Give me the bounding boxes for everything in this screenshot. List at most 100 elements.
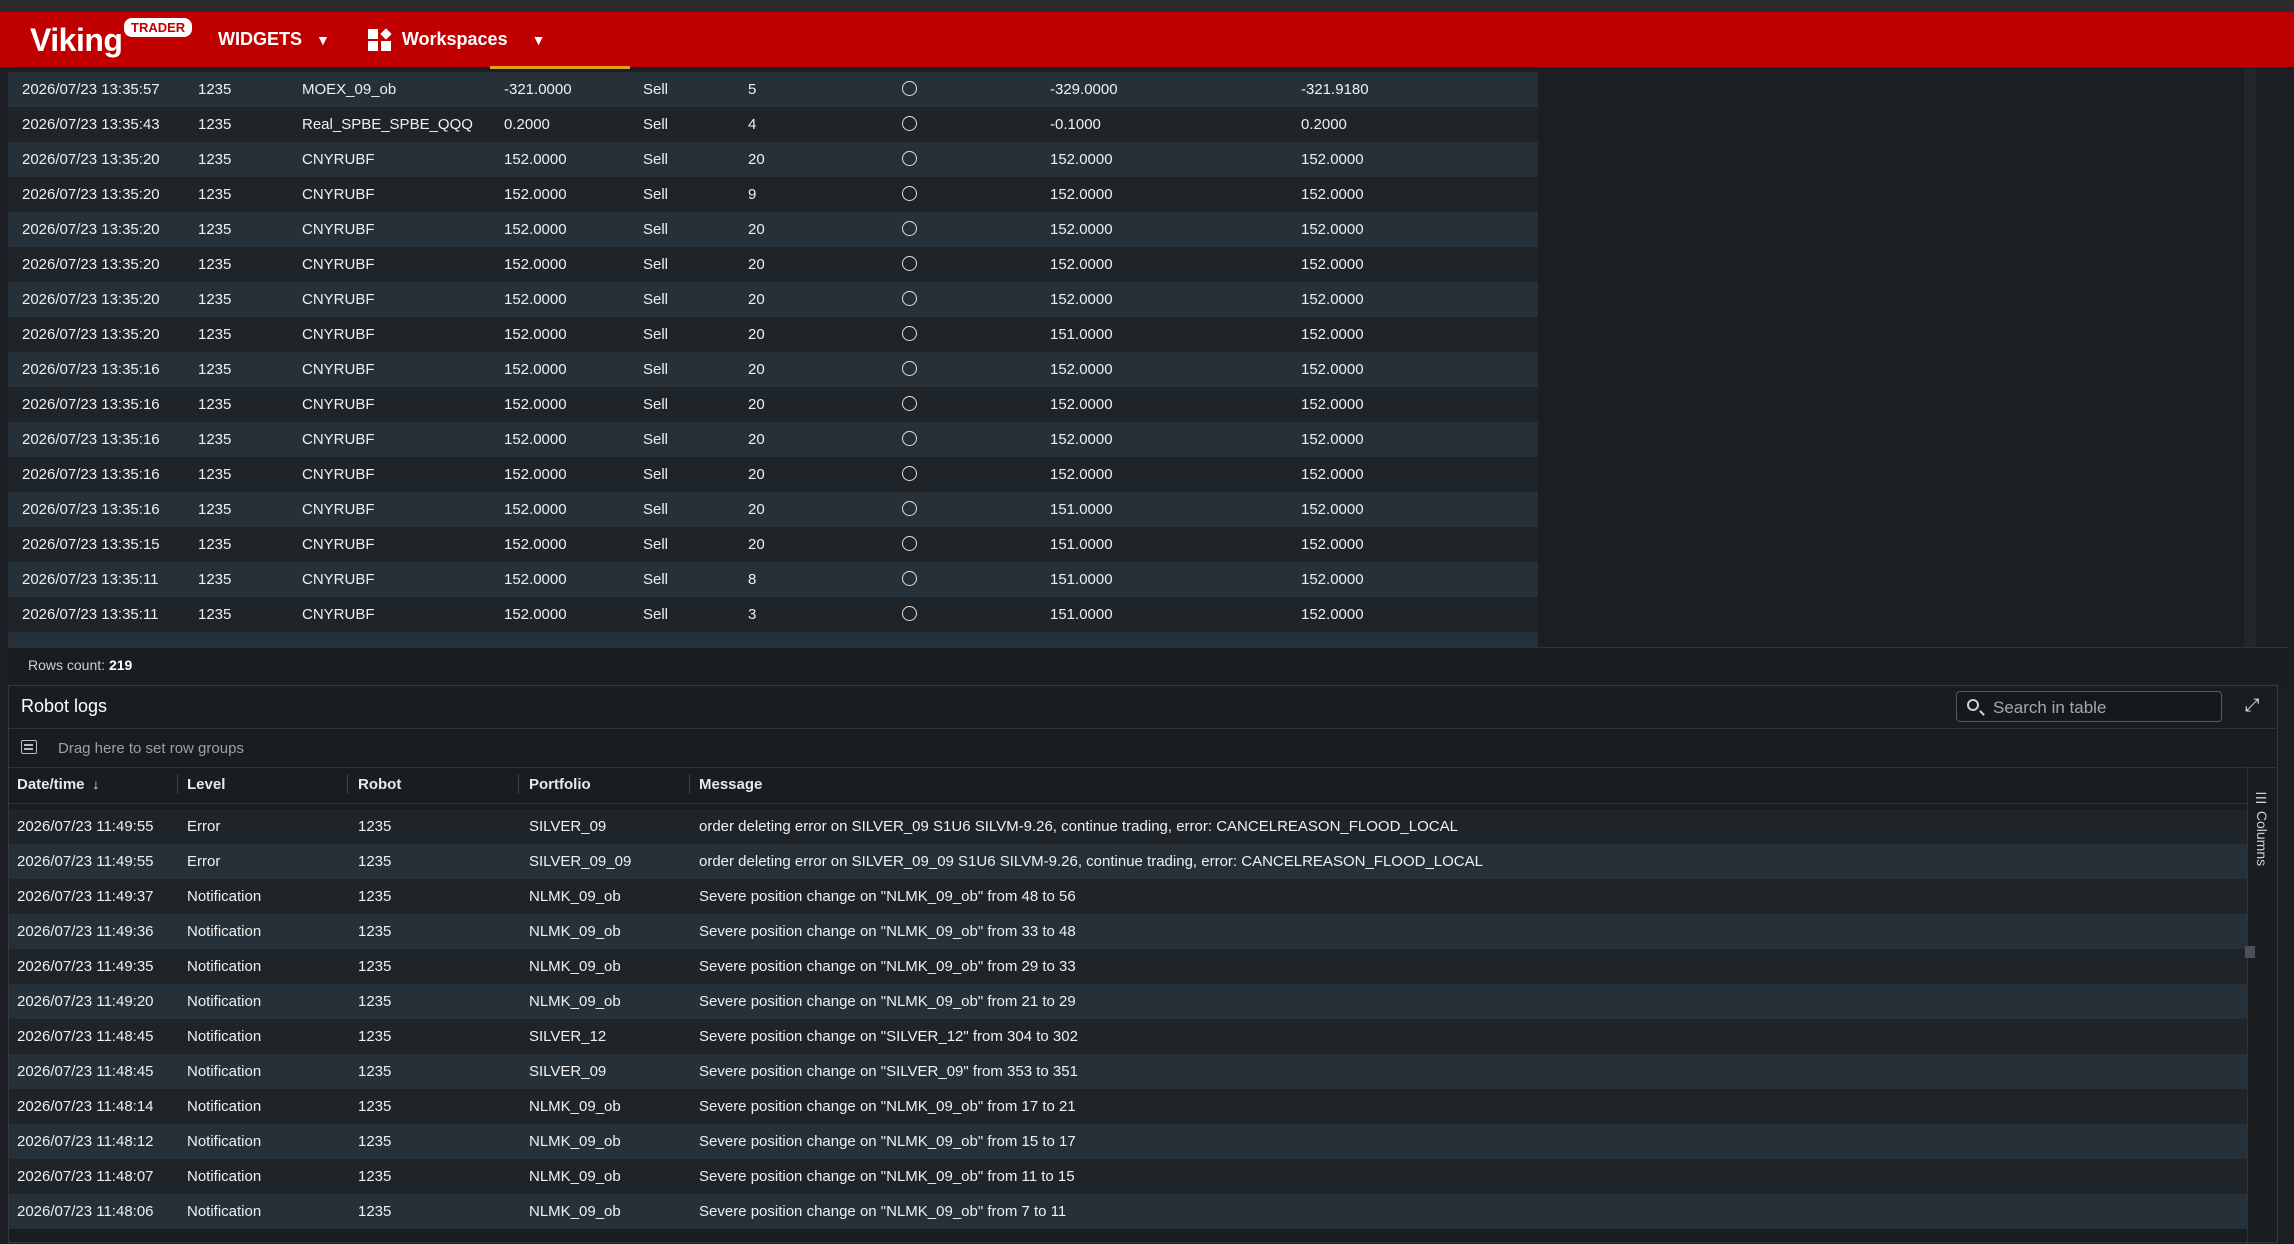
order-cell: 20 (748, 501, 765, 518)
order-cell: Sell (643, 571, 669, 588)
order-cell: 152.0000 (1301, 501, 1364, 518)
log-row[interactable]: 2026/07/23 11:49:35 Notification 1235 NLMK_… (9, 949, 2247, 984)
order-cell: Sell (643, 186, 669, 203)
order-row[interactable]: 2026/07/23 13:35:43 1235 Real_SPBE_SPBE_QQ… (8, 107, 1538, 142)
order-cell: 152.0000 (504, 151, 567, 168)
order-cell: Sell (643, 151, 669, 168)
order-row[interactable]: 2026/07/23 13:35:57 1235 MOEX_09_ob -321.00… (8, 72, 1538, 107)
header-robot[interactable]: Robot (358, 776, 401, 793)
order-cell: 3 (748, 606, 757, 623)
log-cell: NLMK_09_ob (529, 923, 621, 940)
order-row[interactable]: 2026/07/23 13:35:11 1235 CNYRUBF 152.0000 Se… (8, 597, 1538, 632)
order-cell: 152.0000 (504, 571, 567, 588)
order-row[interactable]: 2026/07/23 13:35:16 1235 CNYRUBF 152.0000 Se… (8, 387, 1538, 422)
log-cell: SILVER_09 (529, 1063, 607, 1080)
log-row[interactable]: 2026/07/23 11:48:12 Notification 1235 NLMK_… (9, 1124, 2247, 1159)
workspaces-menu-button[interactable]: Workspaces ▼ (367, 27, 545, 51)
order-row[interactable]: 2026/07/23 13:35:20 1235 CNYRUBF 152.0000 Se… (8, 247, 1538, 282)
order-row[interactable]: 2026/07/23 13:35:16 1235 CNYRUBF 152.0000 Se… (8, 352, 1538, 387)
order-cell: 2026/07/23 13:35:20 (22, 291, 160, 308)
order-cell: 152.0000 (504, 326, 567, 343)
row-group-bar[interactable]: Drag here to set row groups (9, 728, 2277, 768)
order-cell: 0.2000 (1301, 116, 1347, 133)
order-row[interactable]: 2026/07/23 13:35:20 1235 CNYRUBF 152.0000 Se… (8, 282, 1538, 317)
app-logo[interactable]: Viking TRADER (30, 12, 200, 67)
order-cell: 20 (748, 291, 765, 308)
status-circle-icon (902, 116, 917, 131)
widgets-label: WIDGETS (218, 29, 302, 49)
order-row[interactable]: 2026/07/23 13:35:20 1235 CNYRUBF 152.0000 Se… (8, 212, 1538, 247)
order-cell: Sell (643, 81, 669, 98)
widgets-menu-button[interactable]: WIDGETS ▼ (218, 29, 330, 50)
log-cell: Notification (187, 958, 262, 975)
orders-table: 2026/07/23 13:35:57 1235 MOEX_09_ob -321.00… (8, 67, 1538, 647)
order-cell: 152.0000 (1050, 466, 1113, 483)
log-row[interactable]: 2026/07/23 11:49:37 Notification 1235 NLMK_… (9, 879, 2247, 914)
log-row[interactable]: 2026/07/23 11:49:20 Notification 1235 NLMK_… (9, 984, 2247, 1019)
log-cell: Severe position change on "SILVER_12" fr… (699, 1028, 1078, 1045)
order-cell: Sell (643, 396, 669, 413)
order-cell: 2026/07/23 13:35:16 (22, 431, 160, 448)
log-cell: Notification (187, 1203, 262, 1220)
header-datetime[interactable]: Date/time ↓ (17, 776, 100, 793)
order-row[interactable]: 2026/07/23 13:35:20 1235 CNYRUBF 152.0000 Se… (8, 142, 1538, 177)
logs-table-body: 2026/07/23 11:49:55 Error 1235 SILVER_09 ord… (9, 809, 2247, 1244)
order-cell: CNYRUBF (302, 571, 375, 588)
order-cell: CNYRUBF (302, 536, 375, 553)
robot-logs-title: Robot logs (21, 696, 108, 716)
order-row[interactable]: 2026/07/23 13:35:16 1235 CNYRUBF 152.0000 Se… (8, 457, 1538, 492)
order-row[interactable]: 2026/07/23 13:35:20 1235 CNYRUBF 152.0000 Se… (8, 177, 1538, 212)
header-portfolio[interactable]: Portfolio (529, 776, 591, 793)
order-cell: 152.0000 (1301, 536, 1364, 553)
order-cell: 1235 (198, 221, 232, 238)
log-row[interactable]: 2026/07/23 11:48:06 Notification 1235 NLMK_… (9, 1194, 2247, 1229)
order-cell: 2026/07/23 13:35:20 (22, 326, 160, 343)
order-cell: 1235 (198, 116, 232, 133)
order-cell: Sell (643, 221, 669, 238)
expand-icon[interactable]: ⤢ (2245, 695, 2259, 716)
log-row[interactable]: 2026/07/23 11:49:55 Error 1235 SILVER_09 ord… (9, 809, 2247, 844)
logs-scrollbar-thumb[interactable] (2245, 946, 2255, 958)
search-box[interactable] (1956, 691, 2222, 722)
orders-scrollbar[interactable] (2244, 67, 2256, 647)
search-input[interactable] (1991, 696, 2215, 720)
log-cell: Severe position change on "SILVER_09" fr… (699, 1063, 1078, 1080)
log-cell: NLMK_09_ob (529, 888, 621, 905)
log-cell: 2026/07/23 11:49:35 (17, 958, 154, 975)
order-cell: 2026/07/23 13:35:16 (22, 396, 160, 413)
order-row[interactable]: 2026/07/23 13:35:11 1235 CNYRUBF 152.0000 Se… (8, 562, 1538, 597)
rows-count: Rows count: 219 (28, 657, 133, 673)
order-row[interactable] (8, 632, 1538, 647)
order-cell: 151.0000 (1050, 326, 1113, 343)
log-cell: 2026/07/23 11:49:55 (17, 853, 154, 870)
header-message[interactable]: Message (699, 776, 762, 793)
order-cell: Sell (643, 116, 669, 133)
order-cell: 1235 (198, 326, 232, 343)
order-cell: 152.0000 (1301, 151, 1364, 168)
workspaces-icon (367, 27, 392, 51)
log-cell: 1235 (358, 1168, 392, 1185)
log-row[interactable]: 2026/07/23 11:49:36 Notification 1235 NLMK_… (9, 914, 2247, 949)
header-level[interactable]: Level (187, 776, 225, 793)
log-row[interactable]: 2026/07/23 11:48:45 Notification 1235 SILVE… (9, 1054, 2247, 1089)
columns-side-panel[interactable]: ☰ Columns (2247, 766, 2278, 1242)
log-cell: order deleting error on SILVER_09 S1U6 S… (699, 818, 1458, 835)
log-cell: 1235 (358, 888, 392, 905)
order-row[interactable]: 2026/07/23 13:35:15 1235 CNYRUBF 152.0000 Se… (8, 527, 1538, 562)
status-circle-icon (902, 291, 917, 306)
order-row[interactable]: 2026/07/23 13:35:20 1235 CNYRUBF 152.0000 Se… (8, 317, 1538, 352)
order-cell: 2026/07/23 13:35:11 (22, 571, 159, 588)
order-row[interactable]: 2026/07/23 13:35:16 1235 CNYRUBF 152.0000 Se… (8, 422, 1538, 457)
order-cell: 152.0000 (1050, 186, 1113, 203)
orders-side-panel (2256, 67, 2288, 647)
log-row[interactable]: 2026/07/23 11:49:55 Error 1235 SILVER_09_09… (9, 844, 2247, 879)
log-row[interactable]: 2026/07/23 11:48:14 Notification 1235 NLMK_… (9, 1089, 2247, 1124)
order-cell: CNYRUBF (302, 431, 375, 448)
chevron-down-icon: ▼ (316, 31, 330, 48)
log-row[interactable]: 2026/07/23 11:48:07 Notification 1235 NLMK_… (9, 1159, 2247, 1194)
log-cell: 1235 (358, 853, 392, 870)
log-cell: 2026/07/23 11:49:36 (17, 923, 154, 940)
order-row[interactable]: 2026/07/23 13:35:16 1235 CNYRUBF 152.0000 Se… (8, 492, 1538, 527)
order-cell: Sell (643, 326, 669, 343)
log-row[interactable]: 2026/07/23 11:48:45 Notification 1235 SILVE… (9, 1019, 2247, 1054)
